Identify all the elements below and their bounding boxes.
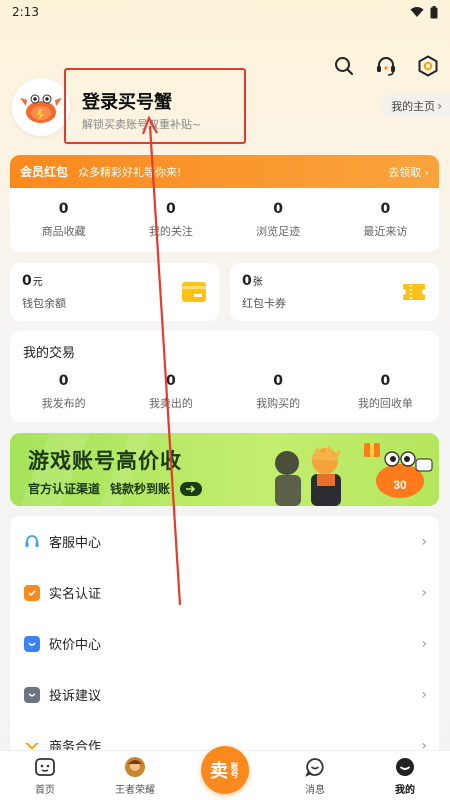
id-badge-icon (24, 584, 40, 601)
game-characters-illustration (275, 445, 341, 506)
complaint-icon (24, 686, 40, 703)
home-icon (34, 756, 56, 778)
coupon-label: 红包卡券 (242, 297, 286, 310)
menu-item-verification[interactable]: 实名认证 › (10, 567, 439, 618)
profile-icon (394, 756, 416, 778)
stat-favorites[interactable]: 0 商品收藏 (10, 188, 117, 252)
bargain-icon (24, 635, 40, 652)
wallet-card-icon (182, 282, 206, 302)
promo-banner[interactable]: 游戏账号高价收 官方认证渠道 钱款秒到账 30 (10, 433, 439, 506)
banner-subline: 官方认证渠道 钱款秒到账 (28, 480, 203, 497)
my-trades-card: 我的交易 0 我发布的 0 我卖出的 0 我购买的 0 我的回收单 (10, 331, 439, 422)
menu-item-bargain[interactable]: 砍价中心 › (10, 618, 439, 669)
stat-visitors[interactable]: 0 最近来访 (332, 188, 439, 252)
trade-bought[interactable]: 0 我购买的 (225, 367, 332, 417)
trade-sold[interactable]: 0 我卖出的 (117, 367, 224, 417)
member-get-button[interactable]: 去领取 › (388, 164, 429, 180)
member-redpacket-bar[interactable]: 会员红包 众多精彩好礼等你来! 去领取 › (10, 155, 439, 188)
nav-home[interactable]: 首页 (0, 751, 90, 800)
nav-game[interactable]: 王者荣耀 (90, 751, 180, 800)
arrow-right-icon (180, 481, 203, 496)
chevron-right-icon: › (421, 635, 427, 652)
wallet-value: 0元 (22, 273, 43, 289)
coupon-ticket-icon (403, 284, 425, 300)
chevron-right-icon: › (421, 584, 427, 601)
trade-stats: 0 我发布的 0 我卖出的 0 我购买的 0 我的回收单 (10, 367, 439, 417)
message-icon (304, 756, 326, 778)
crab-mascot-icon: 30 (364, 443, 433, 498)
wallet-label: 钱包余额 (22, 297, 66, 310)
battery-icon (430, 5, 438, 18)
game-avatar-icon (124, 756, 146, 778)
member-tag: 会员红包 (20, 165, 69, 179)
my-homepage-button[interactable]: 我的主页 › (381, 94, 450, 118)
status-bar: 2:13 (0, 0, 450, 24)
wallet-balance-card[interactable]: 0元 钱包余额 (10, 263, 219, 321)
menu-item-complaint[interactable]: 投诉建议 › (10, 669, 439, 720)
member-card: 会员红包 众多精彩好礼等你来! 去领取 › 0 商品收藏 0 我的关注 0 浏览… (10, 155, 439, 252)
stat-history[interactable]: 0 浏览足迹 (225, 188, 332, 252)
status-time: 2:13 (12, 5, 39, 19)
trade-published[interactable]: 0 我发布的 (10, 367, 117, 417)
member-promo: 众多精彩好礼等你来! (78, 165, 182, 179)
chevron-right-icon: › (421, 533, 427, 550)
coupon-card[interactable]: 0张 红包卡券 (230, 263, 439, 321)
highlight-box (64, 68, 246, 144)
headset-icon (24, 534, 40, 550)
sell-account-button[interactable]: 卖账号 (201, 746, 249, 794)
trades-title: 我的交易 (23, 346, 76, 361)
banner-headline: 游戏账号高价收 (28, 449, 182, 473)
coupon-value: 0张 (242, 273, 263, 289)
chevron-right-icon: › (421, 686, 427, 703)
nav-messages[interactable]: 消息 (270, 751, 360, 800)
user-stats: 0 商品收藏 0 我的关注 0 浏览足迹 0 最近来访 (10, 188, 439, 252)
chevron-right-icon: › (437, 99, 442, 113)
nav-profile[interactable]: 我的 (360, 751, 450, 800)
profile-header: 登录买号蟹 解锁买卖账号双重补贴~ 我的主页 › (12, 68, 450, 144)
banner-badge: 30 (393, 478, 407, 492)
menu-item-customer-service[interactable]: 客服中心 › (10, 516, 439, 567)
crab-mascot-icon (20, 94, 62, 123)
my-homepage-label: 我的主页 (391, 100, 436, 113)
stat-follows[interactable]: 0 我的关注 (117, 188, 224, 252)
trade-recycle[interactable]: 0 我的回收单 (332, 367, 439, 417)
wifi-icon (410, 7, 424, 17)
menu-list: 客服中心 › 实名认证 › 砍价中心 › 投诉建议 › 商务合作 › (10, 516, 439, 752)
avatar[interactable] (12, 78, 70, 136)
